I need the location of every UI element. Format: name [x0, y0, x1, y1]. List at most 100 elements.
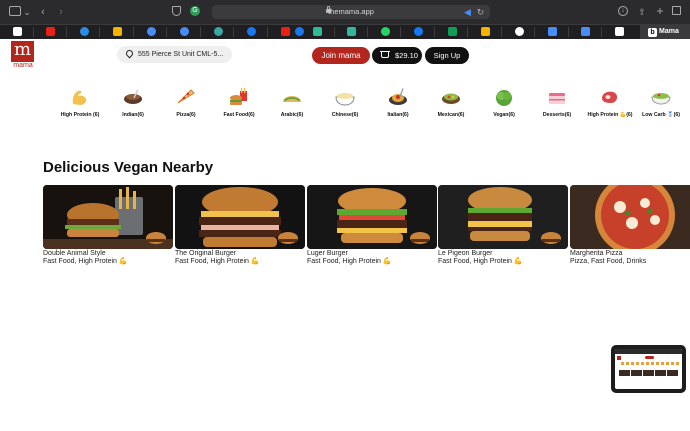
burger-image	[175, 185, 305, 249]
category-label: Chinese(6)	[331, 112, 359, 118]
tab-separator	[133, 27, 134, 37]
tab-app-icon[interactable]	[313, 27, 322, 36]
mama-logo-text[interactable]: mama	[10, 62, 36, 70]
cart-amount: $29.10	[395, 51, 418, 60]
basket-icon	[380, 51, 390, 58]
share-icon[interactable]: ⇧	[637, 6, 647, 18]
tab-drive-icon[interactable]	[113, 27, 122, 36]
tab-docs-icon[interactable]	[581, 27, 590, 36]
category-label: High Protein 💪(6)	[587, 112, 633, 118]
cake-icon	[549, 93, 565, 104]
tab-separator	[568, 27, 569, 37]
category-label: Low Carb 🥈(6)	[642, 112, 680, 118]
burger-image	[438, 185, 568, 249]
tab-whatsapp-icon[interactable]	[381, 27, 390, 36]
back-icon[interactable]: ‹	[38, 6, 48, 18]
browser-toolbar: ⌄ ‹ › G themama.app ◀ ↻ ↓ ⇧ +	[0, 0, 690, 24]
tab-separator	[334, 27, 335, 37]
tab-bar: b Mama	[0, 24, 690, 39]
thumbnail-categories	[621, 362, 679, 365]
new-tab-icon[interactable]: +	[655, 5, 665, 17]
tab-chrome-icon[interactable]	[147, 27, 156, 36]
tab-messenger-icon[interactable]	[80, 27, 89, 36]
page-root: ⌄ ‹ › G themama.app ◀ ↻ ↓ ⇧ + b Mama m m…	[0, 0, 690, 431]
tab-active-mama[interactable]: b Mama	[640, 25, 690, 39]
tab-separator	[534, 27, 535, 37]
pizza-image	[570, 185, 690, 249]
address-bar[interactable]: themama.app ◀ ↻	[212, 5, 490, 19]
curry-bowl-icon	[124, 89, 142, 104]
burger-photo[interactable]	[438, 185, 568, 249]
tab-separator	[200, 27, 201, 37]
tab-sheets-icon[interactable]	[448, 27, 457, 36]
tab-docs-icon[interactable]	[548, 27, 557, 36]
menu-item-tags: Pizza, Fast Food, Drinks	[570, 258, 647, 265]
tab-separator	[166, 27, 167, 37]
tab-overview-icon[interactable]	[672, 6, 681, 15]
forward-icon[interactable]: ›	[56, 6, 66, 18]
category-label: Mexican(6)	[437, 112, 465, 118]
pizza-slice-icon	[177, 89, 195, 104]
extension-g-icon[interactable]: G	[190, 6, 200, 16]
menu-item-tags: Fast Food, High Protein 💪	[438, 258, 523, 265]
tab-separator	[367, 27, 368, 37]
thumbnail-preview	[615, 349, 682, 389]
reload-icon[interactable]: ↻	[476, 6, 485, 18]
location-pin-icon	[124, 48, 135, 59]
section-title: Delicious Vegan Nearby	[43, 159, 214, 176]
category-label: Desserts(6)	[542, 112, 572, 118]
audio-icon[interactable]: ◀	[463, 6, 472, 18]
tab-separator	[33, 27, 34, 37]
flexed-biceps-icon	[72, 90, 87, 105]
category-label: Indian(6)	[122, 112, 144, 118]
tab-separator	[99, 27, 100, 37]
tab-separator	[434, 27, 435, 37]
tab-youtube-icon[interactable]	[281, 27, 290, 36]
download-icon[interactable]: ↓	[618, 6, 628, 16]
tab-separator	[66, 27, 67, 37]
burger-image	[43, 185, 173, 249]
chevron-down-icon[interactable]: ⌄	[23, 6, 31, 18]
mama-logo[interactable]: m	[11, 41, 34, 62]
pizza-photo[interactable]	[570, 185, 690, 249]
tab-separator	[400, 27, 401, 37]
burger-photo[interactable]	[43, 185, 173, 249]
tab-heart-icon[interactable]	[214, 27, 223, 36]
sign-up-button[interactable]: Sign Up	[425, 47, 469, 64]
tab-google-icon[interactable]	[515, 27, 524, 36]
category-label: Italian(6)	[387, 112, 409, 118]
lettuce-icon	[496, 90, 512, 106]
tab-facebook-icon[interactable]	[247, 27, 256, 36]
tab-youtube-icon[interactable]	[46, 27, 55, 36]
tab-chrome-icon[interactable]	[180, 27, 189, 36]
tab-bitly-icon[interactable]	[615, 27, 624, 36]
thumbnail-join-button	[645, 356, 654, 359]
tab-separator	[501, 27, 502, 37]
tab-facebook-icon[interactable]	[414, 27, 423, 36]
category-label: Vegan(6)	[493, 112, 515, 118]
category-label: Pizza(6)	[176, 112, 196, 118]
menu-item-tags: Fast Food, High Protein 💪	[175, 258, 260, 265]
delivery-address-selector[interactable]: 555 Pierce St Unit CML-5...	[117, 46, 232, 63]
tab-separator	[601, 27, 602, 37]
category-label: High Protein (6)	[60, 112, 100, 118]
sidebar-toggle-icon[interactable]	[9, 6, 21, 16]
join-mama-button[interactable]: Join mama	[312, 47, 370, 64]
delivery-address-text: 555 Pierce St Unit CML-5...	[138, 51, 224, 58]
shield-icon[interactable]	[172, 6, 181, 16]
menu-item-tags: Fast Food, High Protein 💪	[43, 258, 128, 265]
tab-drive-icon[interactable]	[481, 27, 490, 36]
cart-button[interactable]: $29.10	[372, 47, 422, 64]
burger-photo[interactable]	[307, 185, 437, 249]
meat-icon	[602, 91, 618, 103]
active-tab-label: Mama	[659, 28, 679, 35]
tab-app-icon[interactable]	[347, 27, 356, 36]
spaghetti-icon	[389, 88, 407, 105]
screenshot-thumbnail[interactable]	[611, 345, 686, 393]
category-label: Arabic(6)	[280, 112, 304, 118]
burger-fries-icon	[230, 88, 247, 105]
tab-facebook-icon[interactable]	[295, 27, 304, 36]
tab-bitly-icon[interactable]	[13, 27, 22, 36]
burger-photo[interactable]	[175, 185, 305, 249]
category-label: Fast Food(6)	[223, 112, 255, 118]
